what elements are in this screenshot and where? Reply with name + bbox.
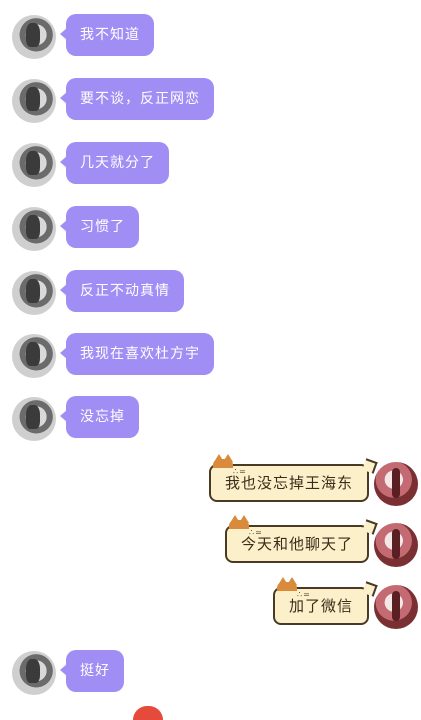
sparkle-icon: ∴= [248,528,263,537]
self-avatar[interactable] [374,523,418,567]
sparkle-icon: ∴= [296,590,311,599]
message-text: 今天和他聊天了 [240,535,353,553]
message-bubble[interactable]: 我不知道 [60,14,154,56]
message-bubble[interactable]: 反正不动真情 [60,270,184,312]
message-bubble[interactable]: 挺好 [60,650,124,692]
contact-avatar[interactable] [12,207,56,251]
message-bubble[interactable]: 我现在喜欢杜方宇 [60,333,214,375]
message-bubble[interactable]: 几天就分了 [60,142,169,184]
cat-ear-icon [276,577,299,591]
message-bubble[interactable]: 习惯了 [60,206,139,248]
cat-ear-icon [212,454,235,468]
contact-avatar[interactable] [12,15,56,59]
cat-ear-icon [228,515,251,529]
contact-avatar[interactable] [12,271,56,315]
self-avatar[interactable] [374,462,418,506]
message-bubble-self[interactable]: ∴= 我也没忘掉王海东 [208,454,369,502]
message-bubble-self[interactable]: ∴= 加了微信 [272,577,369,625]
message-bubble-self[interactable]: ∴= 今天和他聊天了 [224,515,369,563]
message-text: 我也没忘掉王海东 [224,474,353,492]
contact-avatar[interactable] [12,397,56,441]
message-bubble[interactable]: 没忘掉 [60,396,139,438]
contact-avatar[interactable] [12,143,56,187]
message-bubble[interactable]: 要不谈，反正网恋 [60,78,214,120]
self-avatar[interactable] [374,585,418,629]
contact-avatar[interactable] [12,334,56,378]
contact-avatar[interactable] [12,651,56,695]
contact-avatar[interactable] [12,79,56,123]
sparkle-icon: ∴= [232,467,247,476]
red-sticker-icon[interactable] [133,706,163,720]
message-text: 加了微信 [288,597,353,615]
